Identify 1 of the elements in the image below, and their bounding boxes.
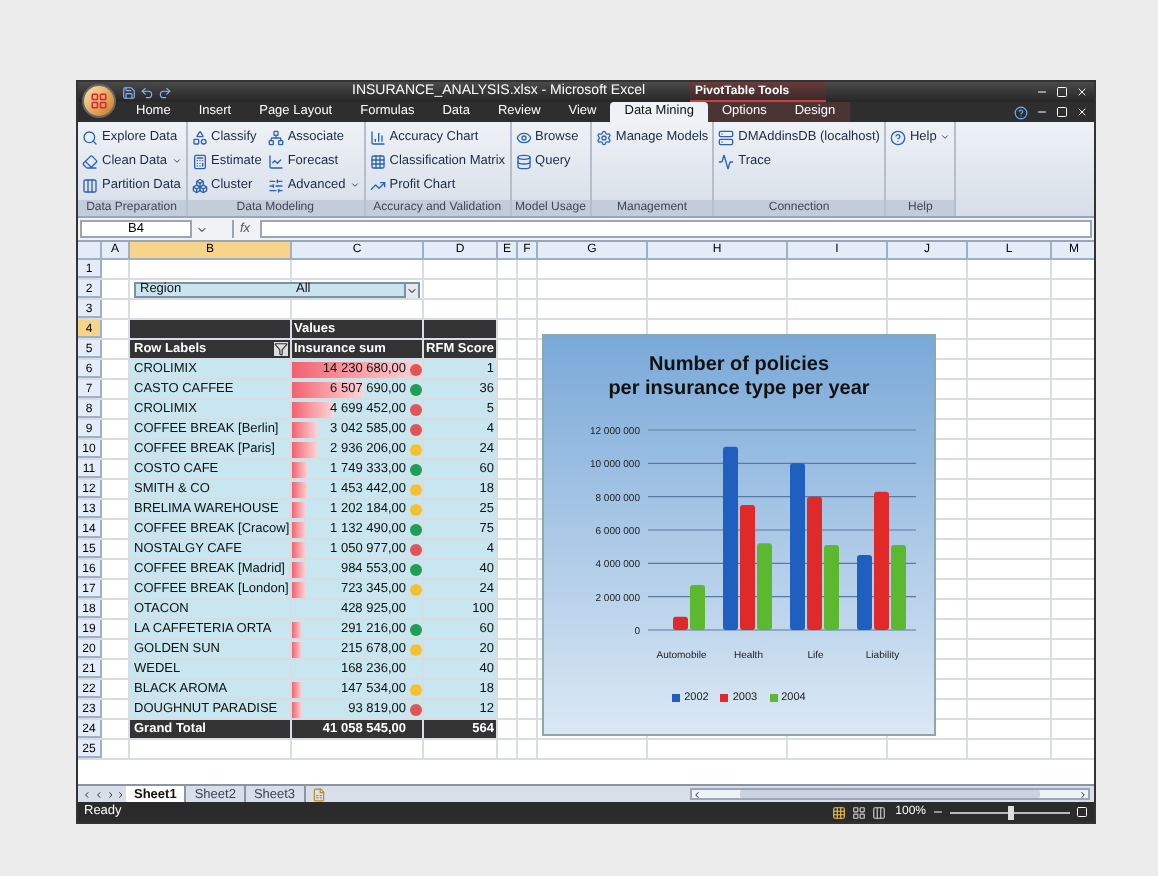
chart-title: Number of policies per insurance type per year xyxy=(606,352,872,402)
